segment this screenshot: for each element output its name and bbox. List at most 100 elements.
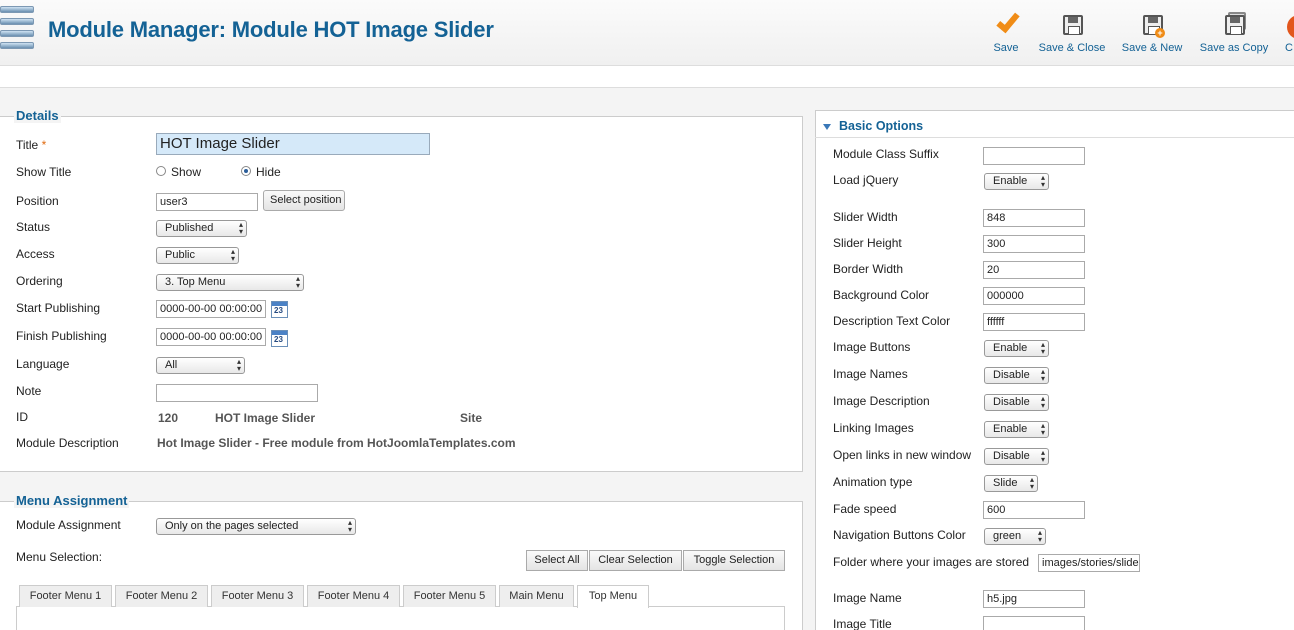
select-all-button[interactable]: Select All — [526, 550, 588, 571]
menu-tab-body — [16, 606, 785, 630]
status-label: Status — [16, 220, 51, 234]
ordering-select[interactable]: 3. Top Menu ▴ ▾ — [156, 274, 304, 291]
disk-copy-icon — [1225, 15, 1245, 35]
details-panel — [0, 116, 803, 472]
page-title: Module Manager: Module HOT Image Slider — [48, 17, 494, 42]
details-legend: Details — [14, 108, 61, 123]
linking-images-select[interactable]: Enable ▴ ▾ — [984, 421, 1049, 438]
image-title-input[interactable] — [983, 616, 1085, 630]
module-manager-icon — [0, 6, 34, 56]
basic-options-title[interactable]: Basic Options — [839, 119, 923, 133]
image-description-label: Image Description — [833, 394, 930, 408]
clear-selection-button[interactable]: Clear Selection — [589, 550, 682, 571]
background-color-input[interactable]: 000000 — [983, 287, 1085, 305]
image-title-label: Image Title — [833, 617, 892, 630]
finish-publishing-input[interactable]: 0000-00-00 00:00:00 — [156, 328, 266, 346]
position-input[interactable]: user3 — [156, 193, 258, 211]
animation-type-select[interactable]: Slide ▴ ▾ — [984, 475, 1038, 492]
tab-footer-menu-2[interactable]: Footer Menu 2 — [115, 585, 208, 607]
class-suffix-input[interactable] — [983, 147, 1085, 165]
module-description-label: Module Description — [16, 436, 119, 450]
menu-assignment-legend: Menu Assignment — [14, 493, 130, 508]
title-label: Title * — [16, 138, 47, 152]
finish-publishing-label: Finish Publishing — [16, 329, 107, 343]
nav-buttons-color-label: Navigation Buttons Color — [833, 528, 966, 542]
tab-footer-menu-4[interactable]: Footer Menu 4 — [307, 585, 400, 607]
title-input[interactable]: HOT Image Slider — [156, 133, 430, 155]
class-suffix-label: Module Class Suffix — [833, 147, 939, 161]
border-width-label: Border Width — [833, 262, 904, 276]
slider-width-input[interactable]: 848 — [983, 209, 1085, 227]
language-label: Language — [16, 357, 70, 371]
load-jquery-select[interactable]: Enable ▴ ▾ — [984, 173, 1049, 190]
start-publishing-input[interactable]: 0000-00-00 00:00:00 — [156, 300, 266, 318]
tab-footer-menu-5[interactable]: Footer Menu 5 — [403, 585, 496, 607]
id-label: ID — [16, 410, 28, 424]
show-title-hide-radio[interactable] — [241, 166, 251, 176]
menu-selection-label: Menu Selection: — [16, 550, 103, 564]
hide-radio-label: Hide — [256, 165, 281, 179]
save-button[interactable]: Save — [988, 8, 1024, 54]
border-width-input[interactable]: 20 — [983, 261, 1085, 279]
module-description-value: Hot Image Slider - Free module from HotJ… — [157, 436, 516, 450]
calendar-icon[interactable]: 23 — [271, 301, 288, 318]
module-assignment-select[interactable]: Only on the pages selected ▴ ▾ — [156, 518, 356, 535]
folder-label: Folder where your images are stored — [833, 555, 1030, 569]
description-text-color-input[interactable]: ffffff — [983, 313, 1085, 331]
toggle-selection-button[interactable]: Toggle Selection — [683, 550, 785, 571]
slider-width-label: Slider Width — [833, 210, 898, 224]
id-value: 120 — [158, 411, 179, 425]
ordering-label: Ordering — [16, 274, 63, 288]
fade-speed-input[interactable]: 600 — [983, 501, 1085, 519]
id-client: Site — [460, 411, 483, 425]
save-new-button[interactable]: + Save & New — [1120, 12, 1184, 54]
tab-main-menu[interactable]: Main Menu — [499, 585, 574, 607]
save-copy-button[interactable]: Save as Copy — [1197, 12, 1271, 54]
image-buttons-select[interactable]: Enable ▴ ▾ — [984, 340, 1049, 357]
description-text-color-label: Description Text Color — [833, 314, 951, 328]
access-label: Access — [16, 247, 55, 261]
background-color-label: Background Color — [833, 288, 930, 302]
disk-icon — [1063, 15, 1083, 35]
show-title-show-radio[interactable] — [156, 166, 166, 176]
load-jquery-label: Load jQuery — [833, 173, 899, 187]
id-module-name: HOT Image Slider — [215, 411, 316, 425]
calendar-icon[interactable]: 23 — [271, 330, 288, 347]
animation-type-label: Animation type — [833, 475, 913, 489]
folder-input[interactable]: images/stories/slides — [1038, 554, 1140, 572]
new-window-select[interactable]: Disable ▴ ▾ — [984, 448, 1049, 465]
tab-footer-menu-3[interactable]: Footer Menu 3 — [211, 585, 304, 607]
language-select[interactable]: All ▴ ▾ — [156, 357, 245, 374]
image-buttons-label: Image Buttons — [833, 340, 911, 354]
show-radio-label: Show — [171, 165, 202, 179]
submenu-bar — [0, 66, 1294, 88]
cancel-icon[interactable] — [1287, 15, 1294, 39]
image-description-select[interactable]: Disable ▴ ▾ — [984, 394, 1049, 411]
image-names-select[interactable]: Disable ▴ ▾ — [984, 367, 1049, 384]
note-label: Note — [16, 384, 42, 398]
new-window-label: Open links in new window — [833, 448, 972, 462]
tab-top-menu[interactable]: Top Menu — [577, 585, 649, 608]
fade-speed-label: Fade speed — [833, 502, 897, 516]
check-icon — [996, 8, 1020, 34]
status-select[interactable]: Published ▴ ▾ — [156, 220, 247, 237]
cancel-label[interactable]: C — [1285, 42, 1294, 54]
slider-height-input[interactable]: 300 — [983, 235, 1085, 253]
select-position-button[interactable]: Select position — [263, 190, 345, 211]
image-names-label: Image Names — [833, 367, 908, 381]
access-select[interactable]: Public ▴ ▾ — [156, 247, 239, 264]
note-input[interactable] — [156, 384, 318, 402]
start-publishing-label: Start Publishing — [16, 301, 101, 315]
image-name-input[interactable]: h5.jpg — [983, 590, 1085, 608]
position-label: Position — [16, 194, 59, 208]
slider-height-label: Slider Height — [833, 236, 902, 250]
save-close-button[interactable]: Save & Close — [1037, 12, 1107, 54]
nav-buttons-color-select[interactable]: green ▴ ▾ — [984, 528, 1046, 545]
module-assignment-label: Module Assignment — [16, 518, 121, 532]
collapse-triangle-icon[interactable] — [823, 124, 831, 130]
image-name-label: Image Name — [833, 591, 902, 605]
linking-images-label: Linking Images — [833, 421, 914, 435]
show-title-label: Show Title — [16, 165, 72, 179]
tab-footer-menu-1[interactable]: Footer Menu 1 — [19, 585, 112, 607]
header: Module Manager: Module HOT Image Slider … — [0, 0, 1294, 66]
